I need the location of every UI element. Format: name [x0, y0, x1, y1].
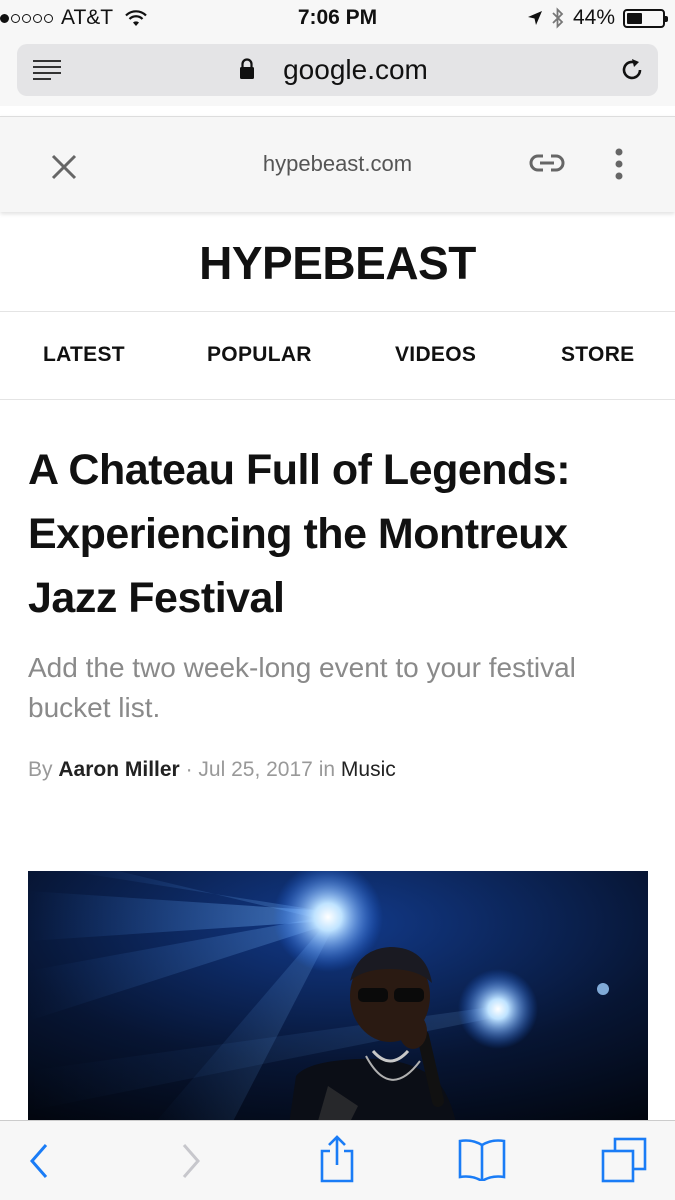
hero-image [28, 871, 648, 1131]
battery-percent: 44% [572, 6, 615, 29]
tabs-icon[interactable] [601, 1137, 647, 1183]
bookmarks-icon[interactable] [457, 1137, 507, 1181]
nav-item-store[interactable]: STORE [561, 343, 634, 367]
article-byline: By Aaron Miller · Jul 25, 2017 in Music [28, 758, 648, 782]
location-arrow-icon [527, 11, 542, 25]
byline-separator: · [185, 758, 193, 781]
nav-item-latest[interactable]: LATEST [43, 343, 125, 367]
amp-viewer-header: hypebeast.com [0, 116, 675, 212]
category-link[interactable]: Music [341, 758, 396, 781]
link-icon[interactable] [528, 151, 566, 175]
back-icon[interactable] [28, 1141, 50, 1181]
bluetooth-icon [552, 7, 564, 29]
byline-prefix: By [28, 758, 53, 781]
site-logo[interactable]: HYPEBEAST [0, 214, 675, 312]
nav-item-videos[interactable]: VIDEOS [395, 343, 476, 367]
nav-item-popular[interactable]: POPULAR [207, 343, 312, 367]
share-icon[interactable] [318, 1135, 356, 1183]
reload-icon[interactable] [618, 56, 646, 84]
article-subtitle: Add the two week-long event to your fest… [28, 652, 576, 723]
site-nav: LATEST POPULAR VIDEOS STORE [0, 312, 675, 400]
forward-icon[interactable] [180, 1141, 202, 1181]
address-bar[interactable]: google.com [17, 44, 658, 96]
browser-toolbar-bottom [0, 1120, 675, 1200]
article: A Chateau Full of Legends: Experiencing … [28, 400, 648, 782]
browser-toolbar-top: google.com [0, 38, 675, 106]
url-text: google.com [283, 54, 428, 85]
more-options-icon[interactable] [613, 147, 625, 181]
article-headline: A Chateau Full of Legends: Experiencing … [28, 446, 571, 622]
battery-icon [623, 8, 668, 28]
byline-in: in [318, 758, 336, 781]
author-link[interactable]: Aaron Miller [58, 758, 179, 781]
publish-date: Jul 25, 2017 [198, 758, 313, 781]
status-bar: AT&T 7:06 PM 44% [0, 0, 675, 38]
source-domain[interactable]: hypebeast.com [0, 151, 675, 177]
site-header: HYPEBEAST [0, 214, 675, 312]
